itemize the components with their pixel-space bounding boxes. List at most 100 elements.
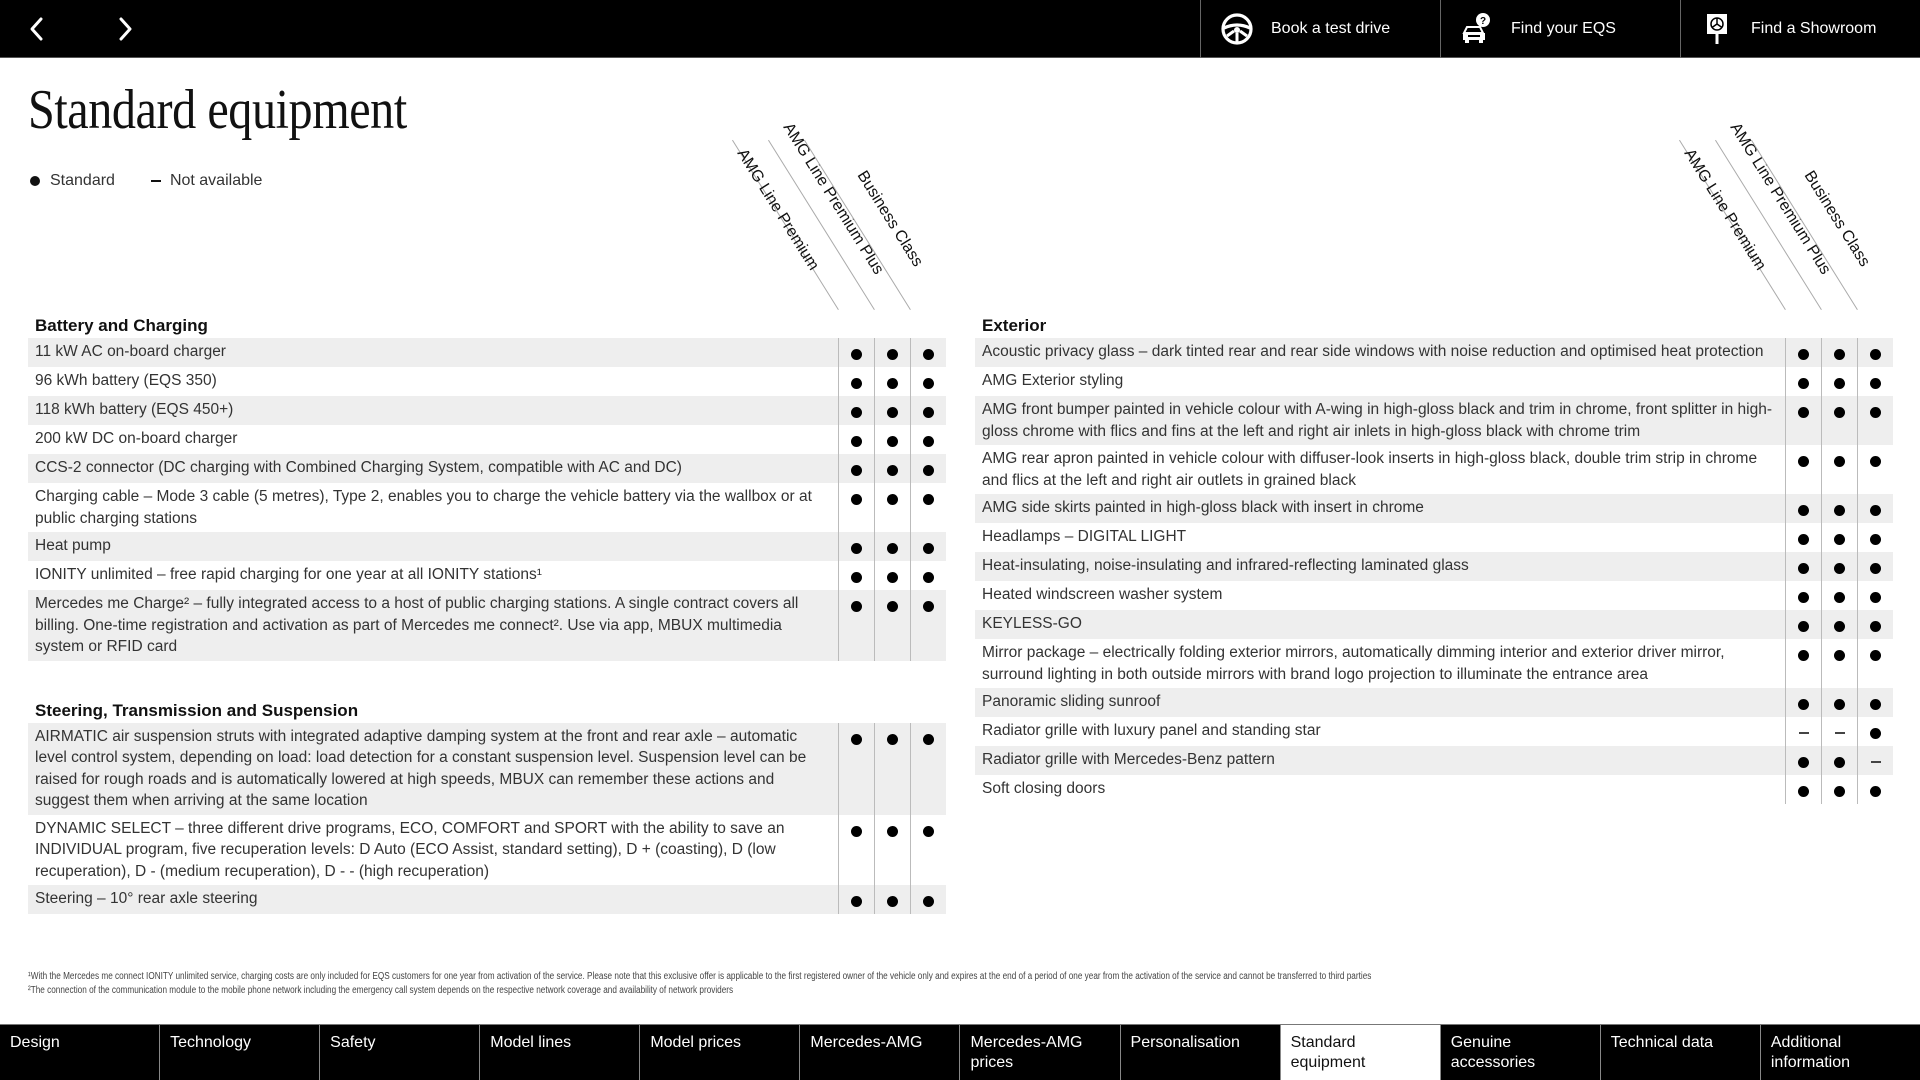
standard-dot-icon [1798,621,1809,632]
standard-dot-icon [851,349,862,360]
standard-dot-icon [1870,592,1881,603]
bottom-nav-item[interactable]: Design [0,1025,159,1080]
availability-cell [1857,396,1893,445]
availability-cell [1785,688,1821,717]
right-equipment-table: AMG Line Premium AMG Line Premium Plus Bus… [975,110,1893,804]
equipment-row: Radiator grille with Mercedes-Benz patte… [975,746,1893,775]
standard-dot-icon [887,349,898,360]
bottom-nav-item[interactable]: Mercedes-AMG prices [959,1025,1119,1080]
availability-cell [1821,396,1857,445]
availability-cell [1857,552,1893,581]
availability-cell [1821,775,1857,804]
find-your-eqs-label: Find your EQS [1511,20,1616,37]
standard-dot-icon [1798,378,1809,389]
availability-cell [910,425,946,454]
standard-dot-icon [851,465,862,476]
availability-cell [1821,746,1857,775]
standard-dot-icon [1834,407,1845,418]
bottom-nav-item[interactable]: Technical data [1599,1025,1760,1080]
equipment-row: Headlamps – DIGITAL LIGHT [975,523,1893,552]
standard-dot-icon [1870,349,1881,360]
bottom-nav-item[interactable]: Standard equipment [1279,1025,1440,1080]
bottom-nav-item[interactable]: Additional information [1759,1025,1920,1080]
find-your-eqs-button[interactable]: ? Find your EQS [1440,0,1680,58]
availability-cell [1821,494,1857,523]
bottom-nav-item[interactable]: Technology [159,1025,319,1080]
availability-cell [1857,494,1893,523]
equipment-row: AIRMATIC air suspension struts with inte… [28,722,946,815]
equipment-row: CCS-2 connector (DC charging with Combin… [28,454,946,483]
equipment-label: Mercedes me Charge² – fully integrated a… [35,595,799,655]
standard-dot-icon [1834,757,1845,768]
availability-cell [874,532,910,561]
previous-page-button[interactable] [20,12,54,46]
equipment-row: Panoramic sliding sunroof [975,688,1893,717]
standard-dot-icon [851,601,862,612]
availability-cell [1785,396,1821,445]
equipment-label: Heat-insulating, noise-insulating and in… [982,557,1469,574]
standard-dot-icon [923,465,934,476]
equipment-row: Soft closing doors [975,775,1893,804]
availability-cell [910,722,946,815]
equipment-row: 11 kW AC on-board charger [28,338,946,367]
availability-cell [1821,523,1857,552]
availability-cell [874,561,910,590]
equipment-row: 118 kWh battery (EQS 450+) [28,396,946,425]
availability-cell [874,483,910,532]
availability-cell [1785,552,1821,581]
equipment-label: AIRMATIC air suspension struts with inte… [35,727,807,810]
equipment-label: 96 kWh battery (EQS 350) [35,372,217,389]
availability-cell [1821,338,1857,367]
bottom-nav-item[interactable]: Personalisation [1119,1025,1280,1080]
standard-dot-icon [1798,757,1809,768]
availability-cell [838,885,874,914]
not-available-dash-icon [1834,732,1845,734]
availability-cell [874,722,910,815]
standard-dot-icon [1834,699,1845,710]
bottom-nav-item[interactable]: Model prices [639,1025,799,1080]
footnotes: ¹With the Mercedes me connect IONITY unl… [28,970,1791,998]
availability-cell [874,454,910,483]
standard-dot-icon [1834,456,1845,467]
bottom-nav-item[interactable]: Mercedes-AMG [799,1025,959,1080]
availability-cell [1785,775,1821,804]
bottom-nav-item[interactable]: Model lines [479,1025,639,1080]
availability-cell [1785,717,1821,746]
bottom-nav-item[interactable]: Safety [319,1025,479,1080]
equipment-label: Radiator grille with luxury panel and st… [982,722,1321,739]
equipment-row: AMG side skirts painted in high-gloss bl… [975,494,1893,523]
book-test-drive-button[interactable]: Book a test drive [1200,0,1440,58]
availability-cell [1857,367,1893,396]
availability-cell [1821,367,1857,396]
top-bar: Book a test drive ? Find your EQS Find a… [0,0,1920,58]
standard-dot-icon [1870,456,1881,467]
bottom-nav-item[interactable]: Genuine accessories [1439,1025,1600,1080]
availability-cell [910,814,946,885]
standard-dot-icon [851,896,862,907]
availability-cell [838,483,874,532]
standard-dot-icon [923,825,934,837]
equipment-label: Radiator grille with Mercedes-Benz patte… [982,751,1275,768]
standard-dot-icon [1834,592,1845,603]
availability-cell [1857,688,1893,717]
find-showroom-button[interactable]: Find a Showroom [1680,0,1920,58]
standard-dot-icon [851,494,862,505]
standard-dot-icon [851,407,862,418]
availability-cell [1857,581,1893,610]
availability-cell [1821,581,1857,610]
standard-dot-icon [851,543,862,554]
standard-dot-icon [887,825,898,837]
availability-cell [838,814,874,885]
footnote-2: ²The connection of the communication mod… [28,985,734,996]
standard-dot-icon [1870,786,1881,797]
next-page-button[interactable] [108,12,142,46]
standard-dot-icon [887,601,898,612]
standard-dot-icon [887,543,898,554]
standard-dot-icon [1870,505,1881,516]
availability-cell [874,367,910,396]
availability-cell [838,454,874,483]
equipment-row: Mirror package – electrically folding ex… [975,639,1893,688]
standard-dot-icon [1834,534,1845,545]
standard-dot-icon [1798,456,1809,467]
availability-cell [1785,494,1821,523]
